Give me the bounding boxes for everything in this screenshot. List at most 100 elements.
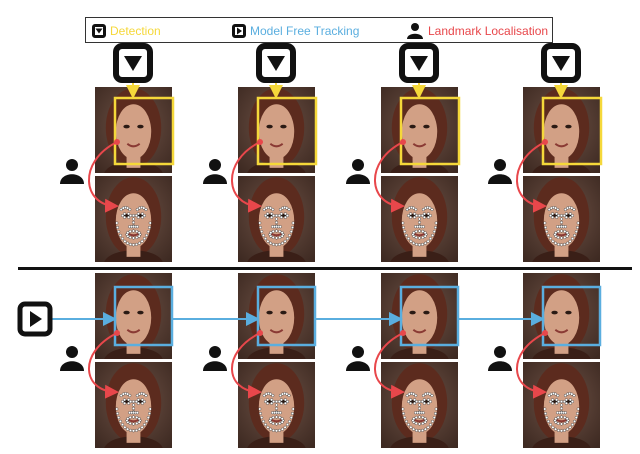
landmark-dot <box>131 220 135 224</box>
landmark-dot <box>434 412 438 416</box>
landmark-dot <box>543 407 547 411</box>
landmark-dot <box>409 425 413 429</box>
landmark-dot <box>571 423 575 427</box>
landmark-dot <box>275 406 279 410</box>
landmark-dot <box>280 231 284 235</box>
landmark-dot <box>414 207 418 211</box>
landmark-dot <box>409 239 413 243</box>
landmark-dot <box>145 233 149 237</box>
landmark-dot <box>280 420 284 424</box>
landmark-dot <box>423 427 427 431</box>
landmark-dot <box>545 230 549 234</box>
landmark-dot <box>549 237 553 241</box>
landmark-dot <box>142 237 146 241</box>
landmark-dot <box>264 423 268 427</box>
landmark-dot <box>563 411 567 415</box>
landmark-dot <box>140 398 144 402</box>
detection-frame <box>381 87 458 173</box>
landmark-dot <box>140 215 144 219</box>
landmark-dot <box>271 229 275 233</box>
landmark-dot <box>557 428 561 432</box>
landmark-dot <box>423 231 427 235</box>
landmark-dot <box>431 419 435 423</box>
landmark-dot <box>572 207 576 211</box>
landmark-dot <box>412 231 416 235</box>
person-icon <box>488 159 512 184</box>
landmark-dot <box>546 419 550 423</box>
landmark-dot <box>434 407 438 411</box>
landmark-dot <box>565 234 569 238</box>
landmark-dot <box>413 215 417 219</box>
landmark-dot <box>275 403 279 407</box>
landmark-dot <box>120 423 124 427</box>
landmark-dot <box>560 236 564 240</box>
detection-frame <box>238 87 315 173</box>
landmark-dot <box>123 212 127 216</box>
landmark-dot <box>278 225 282 229</box>
landmark-dot <box>543 221 547 225</box>
landmark-dot <box>144 207 148 211</box>
landmark-dot <box>128 422 132 426</box>
landmark-dot <box>146 416 150 420</box>
landmark-dot <box>573 419 577 423</box>
detection-step-icon <box>256 43 296 83</box>
landmark-dot <box>286 237 290 241</box>
landmark-dot <box>556 415 560 419</box>
landmark-dot <box>135 225 139 229</box>
landmark-dot <box>115 225 119 229</box>
landmark-dot <box>259 225 263 229</box>
landmark-dot <box>144 394 148 398</box>
landmark-dot <box>135 235 139 239</box>
person-icon <box>407 23 423 39</box>
landmark-dot <box>434 221 438 225</box>
landmark-dot <box>266 239 270 243</box>
landmark-dot <box>568 398 572 402</box>
landmark-dot <box>409 398 413 402</box>
landmark-dot <box>128 428 132 432</box>
landmark-dot <box>135 422 139 426</box>
landmark-dot <box>418 236 422 240</box>
landmark-dot <box>278 242 282 246</box>
landmark-dot <box>421 242 425 246</box>
landmark-dot <box>563 428 567 432</box>
detection-step-icon <box>399 43 439 83</box>
landmark-dot <box>555 212 559 216</box>
section-divider <box>18 267 632 270</box>
landmark-dot <box>275 422 279 426</box>
landmark-dot <box>140 425 144 429</box>
landmark-dot <box>118 419 122 423</box>
landmark-dot <box>140 401 144 405</box>
person-icon <box>346 346 370 371</box>
landmark-dot <box>127 212 131 216</box>
landmark-dot <box>147 412 151 416</box>
landmark-dot <box>418 406 422 410</box>
landmark-dot <box>137 427 141 431</box>
landmark-dot <box>407 423 411 427</box>
landmark-dot <box>126 417 130 421</box>
landmark-dot <box>401 221 405 225</box>
landmark-dot <box>563 225 567 229</box>
landmark-dot <box>563 415 567 419</box>
legend-tracking-label: Model Free Tracking <box>250 24 360 38</box>
landmark-dot <box>278 415 282 419</box>
legend-detection: Detection <box>92 18 161 44</box>
landmark-dot <box>421 225 425 229</box>
landmark-dot <box>576 412 580 416</box>
landmark-dot <box>430 394 434 398</box>
landmark-dot <box>275 236 279 240</box>
landmark-dot <box>423 420 427 424</box>
landmark-dot <box>574 230 578 234</box>
landmark-dot <box>278 411 282 415</box>
landmark-dot <box>412 427 416 431</box>
landmark-dot <box>259 412 263 416</box>
landmark-dot <box>289 230 293 234</box>
person-icon <box>346 159 370 184</box>
landmark-dot <box>560 243 564 247</box>
landmark-dot <box>432 416 436 420</box>
landmark-dot <box>123 425 127 429</box>
landmark-frame <box>381 176 458 262</box>
landmark-dot <box>131 229 135 233</box>
landmark-dot <box>131 243 135 247</box>
landmark-dot <box>117 230 121 234</box>
landmark-dot <box>418 415 422 419</box>
